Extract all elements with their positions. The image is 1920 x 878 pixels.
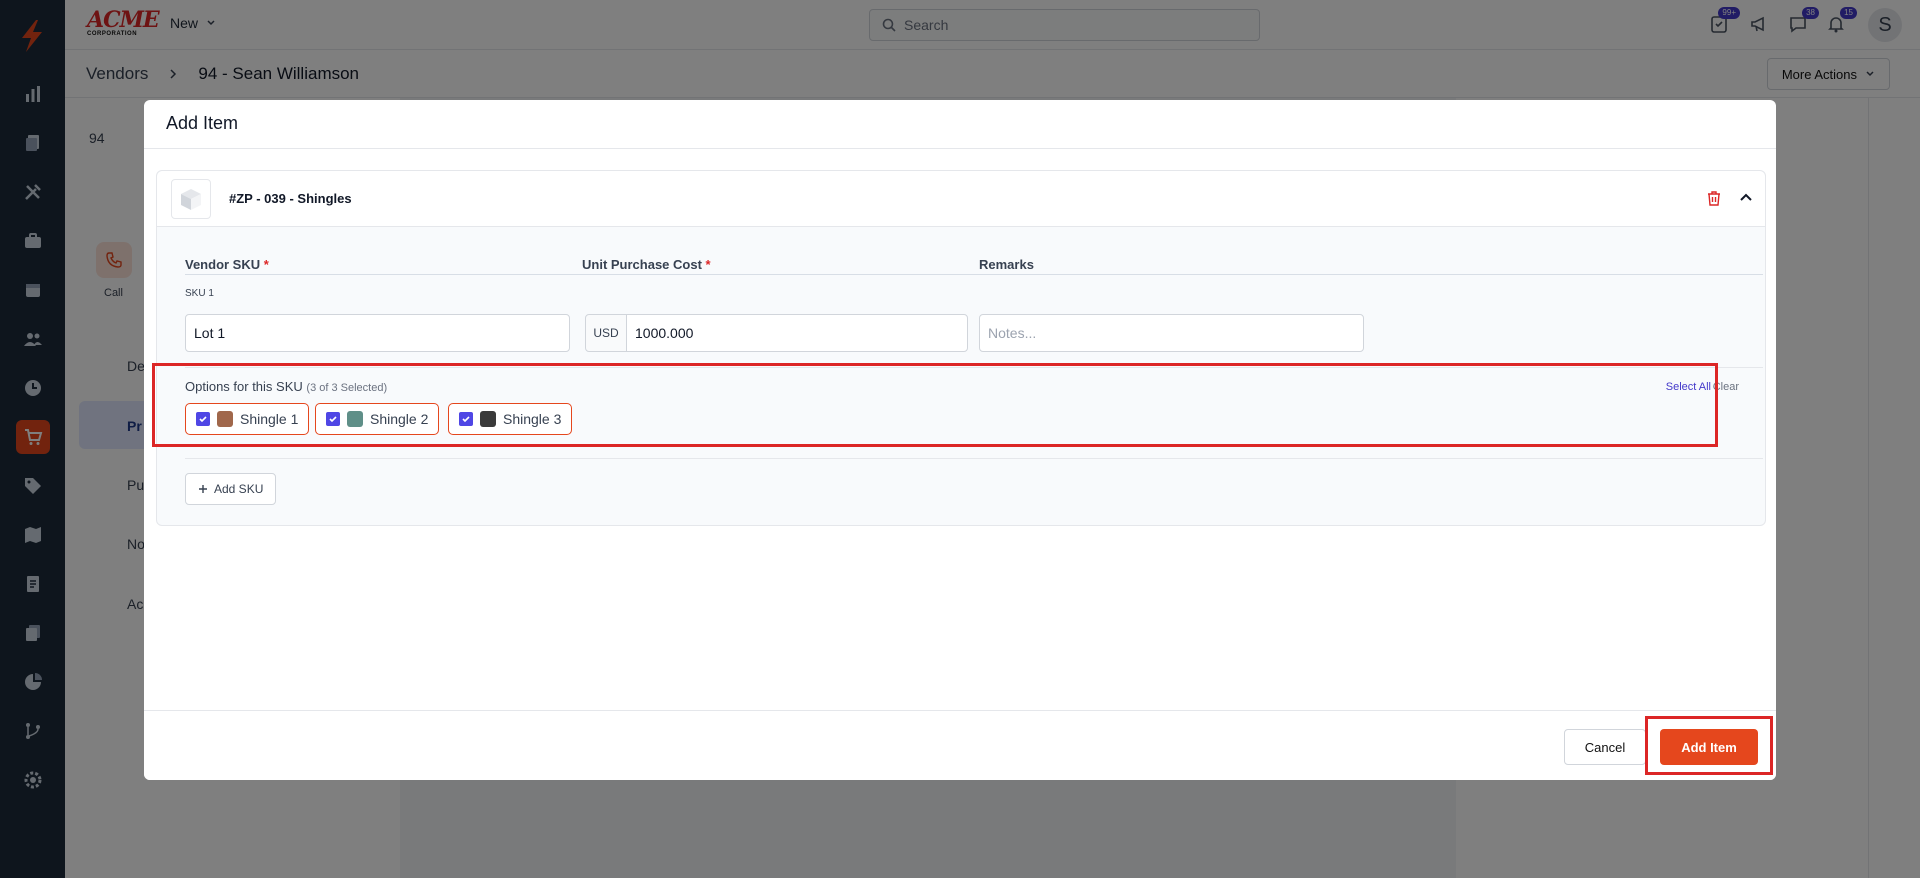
vendor-sku-label: Vendor SKU * (185, 257, 269, 272)
add-sku-button[interactable]: Add SKU (185, 473, 277, 505)
item-title: #ZP - 039 - Shingles (229, 191, 352, 206)
notes-input[interactable]: Notes... (979, 314, 1364, 352)
unit-cost-value: 1000.000 (635, 325, 694, 341)
currency-label: USD (585, 314, 627, 352)
sku-number-label: SKU 1 (185, 288, 214, 299)
item-card: #ZP - 039 - Shingles Vendor SKU * Unit P… (156, 170, 1766, 526)
options-highlight-box (152, 363, 1718, 447)
unit-cost-input[interactable]: 1000.000 (626, 314, 968, 352)
modal-footer: Cancel Add Item (144, 710, 1776, 780)
item-card-header: #ZP - 039 - Shingles (157, 171, 1765, 227)
divider (185, 458, 1763, 459)
cancel-button[interactable]: Cancel (1564, 729, 1646, 765)
unit-cost-label: Unit Purchase Cost * (582, 257, 711, 272)
notes-placeholder: Notes... (988, 325, 1037, 341)
box-icon (181, 189, 201, 210)
item-thumbnail (171, 179, 211, 219)
remarks-label: Remarks (979, 257, 1034, 272)
vendor-sku-input[interactable]: Lot 1 (185, 314, 570, 352)
trash-icon[interactable] (1705, 189, 1723, 207)
add-item-highlight-box (1645, 716, 1773, 775)
vendor-sku-value: Lot 1 (194, 325, 226, 341)
chevron-up-icon[interactable] (1737, 189, 1755, 207)
plus-icon (199, 485, 207, 493)
divider (185, 274, 1763, 275)
add-sku-label: Add SKU (214, 482, 264, 496)
modal-header: Add Item (144, 100, 1776, 149)
modal-title: Add Item (166, 113, 239, 133)
